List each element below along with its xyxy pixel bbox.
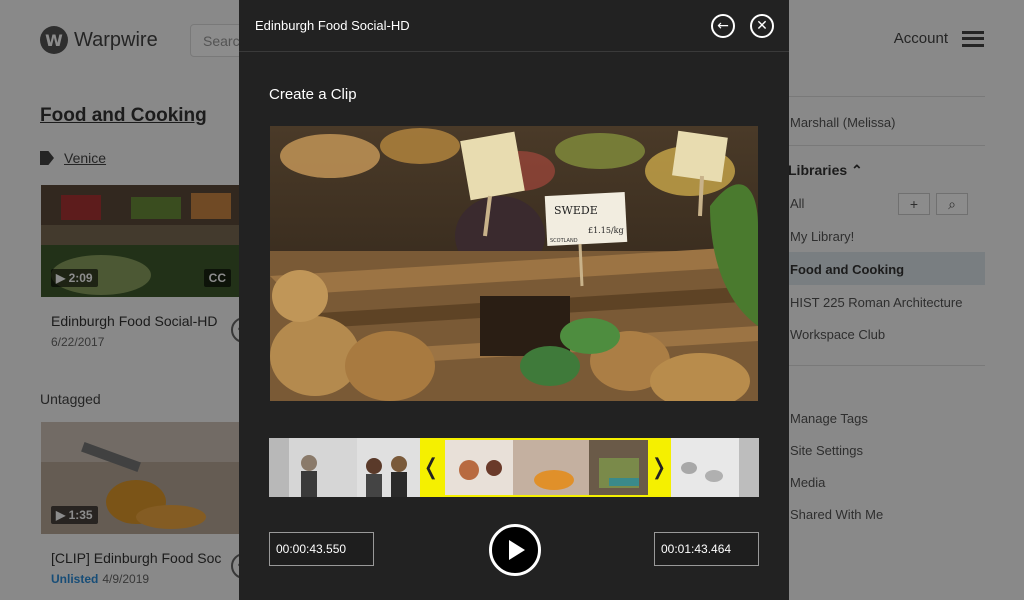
clip-end-time-input[interactable] <box>654 532 759 566</box>
clip-start-time-input[interactable] <box>269 532 374 566</box>
sign-text-swede: SWEDE <box>554 204 598 217</box>
play-icon <box>509 540 525 560</box>
clip-end-handle[interactable]: ❭ <box>648 438 670 497</box>
play-button[interactable] <box>489 524 541 576</box>
modal-title: Edinburgh Food Social-HD <box>255 18 410 33</box>
video-frame: SWEDE £1.15/kg SCOTLAND <box>270 126 758 401</box>
clip-timeline[interactable]: ❬ ❭ <box>269 438 759 497</box>
create-clip-heading: Create a Clip <box>269 86 357 103</box>
close-icon[interactable]: ✕ <box>750 14 774 38</box>
modal-header: Edinburgh Food Social-HD ← ✕ <box>239 0 789 52</box>
clip-start-handle[interactable]: ❬ <box>420 438 442 497</box>
video-player[interactable]: SWEDE £1.15/kg SCOTLAND <box>270 126 758 401</box>
back-arrow-icon[interactable]: ← <box>711 14 735 38</box>
clip-modal: Edinburgh Food Social-HD ← ✕ Create a Cl… <box>239 0 789 600</box>
sign-text-price: £1.15/kg <box>588 226 624 235</box>
sign-text-origin: SCOTLAND <box>550 238 578 244</box>
clip-selection-box <box>420 438 670 497</box>
